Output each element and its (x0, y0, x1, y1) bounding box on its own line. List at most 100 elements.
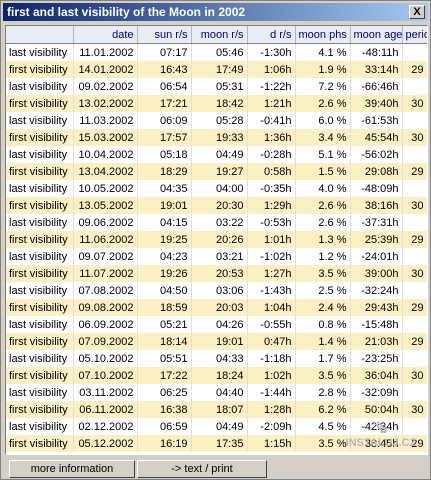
table-row[interactable]: last visibility 09.02.2002 06:54 05:31 -1:22… (6, 78, 427, 95)
watermark-text: INSTALUJ.CZ (345, 437, 417, 449)
table-cell: last visibility (6, 78, 74, 95)
table-row[interactable]: first visibility 14.01.2002 16:43 17:49 1:06… (6, 61, 427, 78)
table-cell: 05:46 (191, 43, 248, 61)
table-cell (402, 282, 427, 299)
table-cell: 19:33 (191, 129, 248, 146)
table-row[interactable]: last visibility 09.07.2002 04:23 03:21 -1:02… (6, 248, 427, 265)
table-cell: 05.10.2002 (73, 350, 138, 367)
table-row[interactable]: last visibility 05.10.2002 05:51 04:33 -1:18… (6, 350, 427, 367)
table-cell: last visibility (6, 248, 74, 265)
table-cell: -1:18h (247, 350, 296, 367)
table-cell (402, 43, 427, 61)
table-row[interactable]: first visibility 11.06.2002 19:25 20:26 1:01… (6, 231, 427, 248)
table-cell: -1:02h (247, 248, 296, 265)
table-cell: 3.4 % (295, 129, 351, 146)
table-cell: 1.7 % (295, 350, 351, 367)
close-button[interactable]: X (409, 5, 425, 19)
table-row[interactable]: last visibility 03.11.2002 06:25 04:40 -1:44… (6, 384, 427, 401)
table-cell: 17:22 (137, 367, 192, 384)
table-row[interactable]: last visibility 11.01.2002 07:17 05:46 -1:30… (6, 43, 427, 61)
more-information-button[interactable]: more information (9, 460, 135, 478)
table-cell: 30 (402, 265, 427, 282)
table-cell: 30 (402, 367, 427, 384)
column-header[interactable]: date (73, 26, 138, 44)
table-cell: 03:06 (191, 282, 248, 299)
table-cell: 18:59 (137, 299, 192, 316)
column-header[interactable]: moon phs (295, 26, 351, 44)
table-cell: -1:43h (247, 282, 296, 299)
table-row[interactable]: first visibility 07.09.2002 18:14 19:01 0:47… (6, 333, 427, 350)
title-bar: first and last visibility of the Moon in… (3, 3, 428, 21)
table-cell: 29:08h (350, 163, 403, 180)
table-cell: 05:28 (191, 112, 248, 129)
column-header[interactable]: sun r/s (137, 26, 192, 44)
table-cell: -0:28h (247, 146, 296, 163)
table-cell (402, 146, 427, 163)
table-row[interactable]: first visibility 06.11.2002 16:38 18:07 1:28… (6, 401, 427, 418)
table-cell: 04:49 (191, 418, 248, 435)
table-cell (402, 316, 427, 333)
table-row[interactable]: first visibility 07.10.2002 17:22 18:24 1:02… (6, 367, 427, 384)
table-cell: 06:59 (137, 418, 192, 435)
column-header[interactable]: moon age (350, 26, 403, 44)
table-cell: 6.0 % (295, 112, 351, 129)
table-cell: -0:53h (247, 214, 296, 231)
table-cell: 09.07.2002 (73, 248, 138, 265)
table-row[interactable]: first visibility 13.04.2002 18:29 19:27 0:58… (6, 163, 427, 180)
table-cell: 09.06.2002 (73, 214, 138, 231)
table-cell: 04:40 (191, 384, 248, 401)
table-row[interactable]: last visibility 11.03.2002 06:09 05:28 -0:41… (6, 112, 427, 129)
column-header[interactable] (6, 26, 74, 44)
table-cell: -24:01h (350, 248, 403, 265)
table-cell: first visibility (6, 333, 74, 350)
moon-visibility-window: first and last visibility of the Moon in… (0, 0, 431, 480)
table-row[interactable]: first visibility 11.07.2002 19:26 20:53 1:27… (6, 265, 427, 282)
table-cell: 50:04h (350, 401, 403, 418)
table-row[interactable]: last visibility 07.08.2002 04:50 03:06 -1:43… (6, 282, 427, 299)
table-cell: 18:14 (137, 333, 192, 350)
column-header[interactable]: moon r/s (191, 26, 248, 44)
table-cell: 2.6 % (295, 197, 351, 214)
table-cell: 17:57 (137, 129, 192, 146)
table-cell: first visibility (6, 61, 74, 78)
table-cell: -0:55h (247, 316, 296, 333)
table-cell: 1:04h (247, 299, 296, 316)
table-cell: 1:21h (247, 95, 296, 112)
table-cell: 07:17 (137, 43, 192, 61)
table-cell: 03:21 (191, 248, 248, 265)
table-cell: 29 (402, 231, 427, 248)
table-cell: 16:43 (137, 61, 192, 78)
text-print-button[interactable]: -> text / print (137, 460, 267, 478)
table-row[interactable]: last visibility 06.09.2002 05:21 04:26 -0:55… (6, 316, 427, 333)
table-cell: 07.10.2002 (73, 367, 138, 384)
table-cell: 04:35 (137, 180, 192, 197)
table-cell: 5.1 % (295, 146, 351, 163)
table-row[interactable]: first visibility 13.02.2002 17:21 18:42 1:21… (6, 95, 427, 112)
table-cell: 07.09.2002 (73, 333, 138, 350)
table-row[interactable]: last visibility 09.06.2002 04:15 03:22 -0:53… (6, 214, 427, 231)
table-cell: 45:54h (350, 129, 403, 146)
table-cell: first visibility (6, 265, 74, 282)
table-cell: 19:27 (191, 163, 248, 180)
table-cell: 1:02h (247, 367, 296, 384)
table-cell: first visibility (6, 231, 74, 248)
table-cell: last visibility (6, 282, 74, 299)
table-cell: 29 (402, 163, 427, 180)
table-cell: 2.5 % (295, 282, 351, 299)
table-cell: -23:25h (350, 350, 403, 367)
table-row[interactable]: first visibility 09.08.2002 18:59 20:03 1:04… (6, 299, 427, 316)
table-cell: 16:38 (137, 401, 192, 418)
table-row[interactable]: last visibility 10.04.2002 05:18 04:49 -0:28… (6, 146, 427, 163)
table-cell: first visibility (6, 95, 74, 112)
visibility-table-container[interactable]: date sun r/s moon r/s d r/s moon phs moon age… (5, 25, 428, 455)
column-header[interactable]: period (402, 26, 427, 44)
column-header[interactable]: d r/s (247, 26, 296, 44)
table-row[interactable]: first visibility 15.03.2002 17:57 19:33 1:36… (6, 129, 427, 146)
table-cell: -37:31h (350, 214, 403, 231)
table-cell: last visibility (6, 214, 74, 231)
table-cell: 2.6 % (295, 95, 351, 112)
table-cell: 05:31 (191, 78, 248, 95)
table-row[interactable]: first visibility 13.05.2002 19:01 20:30 1:29… (6, 197, 427, 214)
table-cell: 17:21 (137, 95, 192, 112)
table-row[interactable]: last visibility 10.05.2002 04:35 04:00 -0:35… (6, 180, 427, 197)
